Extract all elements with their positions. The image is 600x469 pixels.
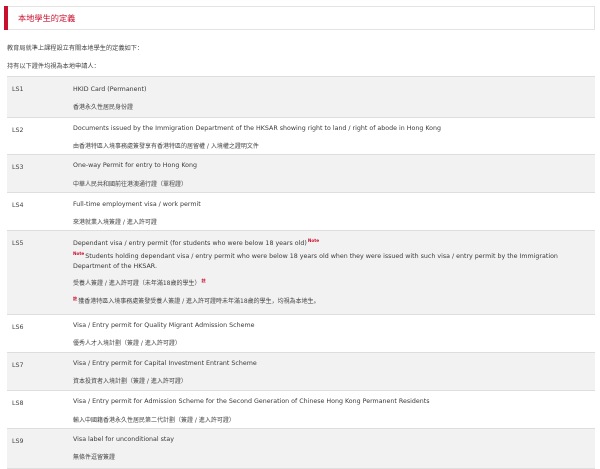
zh-note-paragraph: 註獲香港特區入境事務處簽發受養人簽證 / 進入許可證時未年滿18歲的學生，均視為… (73, 296, 320, 305)
table-row: LS7 Visa / Entry permit for Capital Inve… (7, 353, 595, 391)
note-marker: Note (307, 238, 320, 243)
row-code: LS4 (12, 202, 24, 209)
intro-subtext: 持有以下證件均視為本地申請人： (7, 63, 100, 70)
page: 本地學生的定義 教育局就準上課程設立有關本地學生的定義如下： 持有以下證件均視為… (0, 0, 600, 469)
table-row: LS3 One-way Permit for entry to Hong Kon… (7, 155, 595, 193)
row-english: Visa / Entry permit for Quality Migrant … (73, 322, 255, 329)
table-row: LS4 Full-time employment visa / work per… (7, 193, 595, 231)
note-paragraph: NoteStudents holding dependant visa / en… (73, 249, 591, 271)
row-code: LS5 (12, 240, 24, 247)
row-chinese: 無條件逗留簽證 (73, 454, 116, 461)
row-code: LS2 (12, 127, 24, 134)
row-chinese: 受養人簽證 / 進入許可證（未年滿18歲的學生）註 (73, 278, 206, 287)
row-code: LS1 (12, 86, 24, 93)
row-code: LS7 (12, 362, 24, 369)
header-accent-bar (4, 6, 8, 30)
row-code: LS9 (12, 438, 24, 445)
section-header: 本地學生的定義 (4, 6, 595, 30)
row-chinese: 香港永久性居民身份證 (73, 104, 134, 111)
zh-note-marker: 註 (201, 278, 206, 283)
row-english: Visa / Entry permit for Admission Scheme… (73, 398, 430, 405)
row-chinese: 來港就業入境簽證 / 進入許可證 (73, 219, 157, 226)
row-code: LS8 (12, 400, 24, 407)
row-code: LS6 (12, 324, 24, 331)
note-text: Students holding dependant visa / entry … (73, 253, 558, 270)
local-student-table: LS1 HKID Card (Permanent) 香港永久性居民身份證 LS2… (7, 76, 595, 469)
table-row: LS9 Visa label for unconditional stay 無條… (7, 429, 595, 469)
zh-note-text: 獲香港特區入境事務處簽發受養人簽證 / 進入許可證時未年滿18歲的學生，均視為本… (78, 298, 320, 305)
row-english: Visa label for unconditional stay (73, 436, 174, 443)
zh-note-label: 註 (73, 296, 78, 301)
row-english-text: Dependant visa / entry permit (for stude… (73, 240, 307, 248)
row-chinese: 中華人民共和國前往港澳通行證（單程證） (73, 181, 188, 188)
row-chinese: 輸入中國籍香港永久性居民第二代計劃（簽證 / 進入許可證） (73, 417, 235, 424)
row-english: Documents issued by the Immigration Depa… (73, 125, 441, 132)
row-chinese: 資本投資者入境計劃（簽證 / 進入許可證） (73, 378, 187, 385)
table-row: LS2 Documents issued by the Immigration … (7, 118, 595, 155)
row-english: Visa / Entry permit for Capital Investme… (73, 360, 257, 367)
row-chinese: 優秀人才入境計劃（簽證 / 進入許可證） (73, 340, 181, 347)
table-row: LS5 Dependant visa / entry permit (for s… (7, 231, 595, 315)
row-chinese-text: 受養人簽證 / 進入許可證（未年滿18歲的學生） (73, 280, 201, 287)
row-chinese: 由香港特區入境事務處簽發享有香港特區的居留權 / 入境權之證明文件 (73, 143, 259, 150)
row-code: LS3 (12, 164, 24, 171)
table-row: LS1 HKID Card (Permanent) 香港永久性居民身份證 (7, 77, 595, 118)
intro-text: 教育局就準上課程設立有關本地學生的定義如下： (7, 45, 144, 52)
table-row: LS8 Visa / Entry permit for Admission Sc… (7, 391, 595, 429)
table-row: LS6 Visa / Entry permit for Quality Migr… (7, 315, 595, 353)
page-title: 本地學生的定義 (18, 13, 76, 23)
note-label: Note (73, 251, 85, 256)
row-english: Dependant visa / entry permit (for stude… (73, 238, 319, 247)
row-english: HKID Card (Permanent) (73, 86, 147, 93)
row-english: Full-time employment visa / work permit (73, 201, 201, 208)
row-english: One-way Permit for entry to Hong Kong (73, 162, 197, 169)
